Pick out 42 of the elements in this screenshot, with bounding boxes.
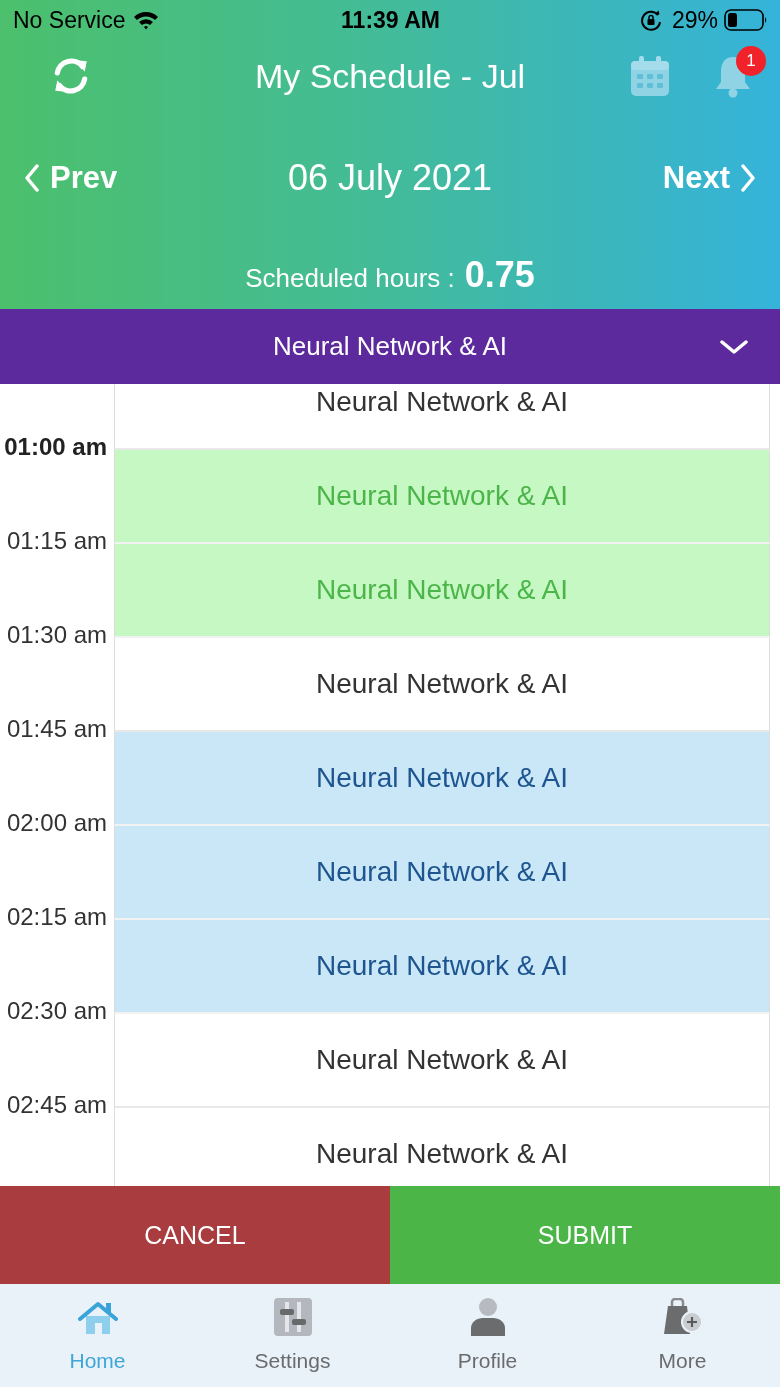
time-slot[interactable]: Neural Network & AI <box>114 1014 770 1108</box>
time-label: 02:45 am <box>6 1092 107 1118</box>
calendar-icon <box>631 56 669 96</box>
time-slot[interactable]: Neural Network & AI <box>114 384 770 450</box>
current-date: 06 July 2021 <box>287 157 493 199</box>
battery-percent: 29% <box>671 6 718 34</box>
time-label: 02:15 am <box>6 904 107 930</box>
tab-bar-item[interactable]: More <box>585 1284 780 1387</box>
scheduled-hours-value: 0.75 <box>464 254 535 296</box>
cancel-button[interactable]: CANCEL <box>0 1186 390 1284</box>
battery-icon <box>724 9 768 31</box>
notifications-button[interactable]: 1 <box>713 46 766 98</box>
time-label: 01:30 am <box>6 622 107 648</box>
tab-bar-item[interactable]: Profile <box>390 1284 585 1387</box>
chevron-left-icon <box>24 164 40 192</box>
time-slot[interactable]: Neural Network & AI <box>114 826 770 920</box>
time-slot[interactable]: Neural Network & AI <box>114 1108 770 1186</box>
wifi-icon <box>133 10 160 30</box>
carrier-label: No Service <box>13 6 126 34</box>
chevron-right-icon <box>740 164 756 192</box>
next-day-button[interactable]: Next <box>662 160 756 196</box>
time-label: 01:45 am <box>6 716 107 742</box>
chevron-down-icon <box>720 339 748 355</box>
bag-plus-icon <box>662 1298 703 1336</box>
time-slot[interactable]: Neural Network & AI <box>114 638 770 732</box>
tab-bar-item[interactable]: Settings <box>195 1284 390 1387</box>
tab-bar-item[interactable]: Home <box>0 1284 195 1387</box>
time-label: 02:00 am <box>6 810 107 836</box>
orientation-lock-icon <box>639 9 662 31</box>
time-label: 01:15 am <box>6 528 107 554</box>
calendar-button[interactable] <box>631 56 669 96</box>
clock-time: 11:39 AM <box>341 6 440 34</box>
notification-badge: 1 <box>736 46 766 76</box>
time-slot[interactable]: Neural Network & AI <box>114 920 770 1014</box>
submit-button[interactable]: SUBMIT <box>390 1186 780 1284</box>
time-label: 02:30 am <box>6 998 107 1024</box>
time-label: 01:00 am <box>4 434 107 460</box>
scheduled-hours-label: Scheduled hours : <box>245 263 455 294</box>
course-dropdown[interactable]: Neural Network & AI <box>0 309 780 384</box>
screen-title: My Schedule - Jul <box>254 56 526 96</box>
time-slot[interactable]: Neural Network & AI <box>114 732 770 826</box>
sliders-icon <box>272 1298 313 1336</box>
